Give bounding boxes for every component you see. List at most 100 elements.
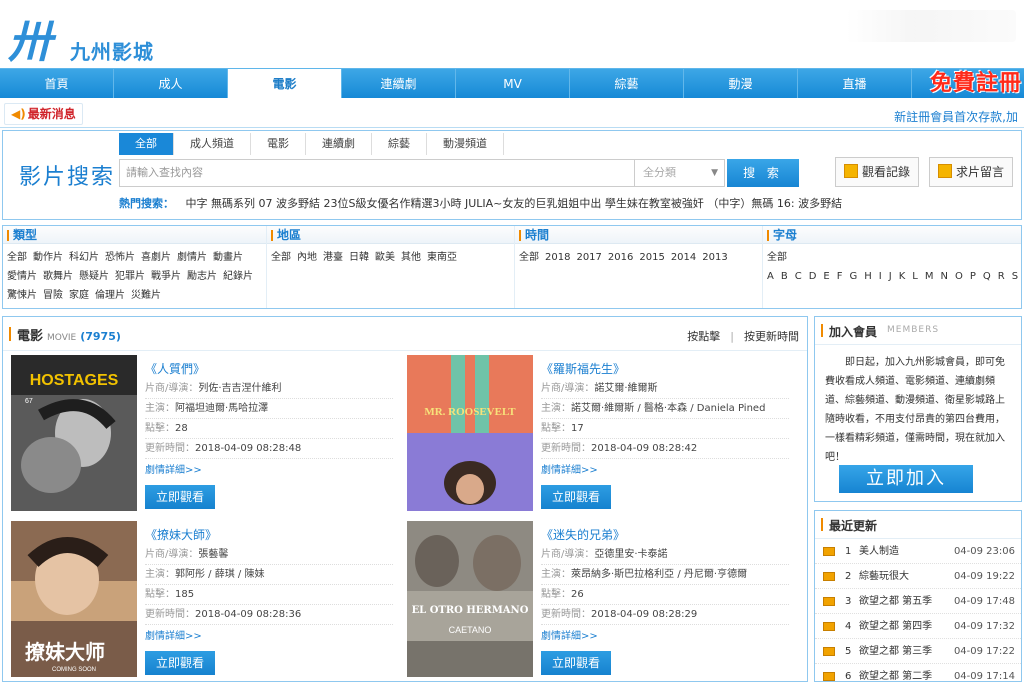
genre-filter-option[interactable]: 犯罪片 bbox=[115, 271, 145, 282]
search-input[interactable]: 請輸入查找內容 bbox=[119, 159, 635, 187]
genre-filter-option[interactable]: 懸疑片 bbox=[79, 271, 109, 282]
genre-filter-option[interactable]: 科幻片 bbox=[69, 252, 99, 263]
watch-now-button[interactable]: 立即觀看 bbox=[541, 485, 611, 509]
nav-live[interactable]: 直播 bbox=[798, 69, 912, 98]
genre-filter-option[interactable]: 家庭 bbox=[69, 290, 89, 301]
year-filter-option[interactable]: 2017 bbox=[576, 252, 601, 263]
recent-item-title[interactable]: 美人制造 bbox=[859, 539, 899, 564]
genre-filter-option[interactable]: 恐怖片 bbox=[105, 252, 135, 263]
region-filter-option[interactable]: 日韓 bbox=[349, 252, 369, 263]
region-filter-option[interactable]: 其他 bbox=[401, 252, 421, 263]
letter-filter-option[interactable]: F bbox=[837, 271, 843, 282]
year-filter-option[interactable]: 2016 bbox=[608, 252, 633, 263]
genre-filter-option[interactable]: 倫理片 bbox=[95, 290, 125, 301]
genre-filter-option[interactable]: 災難片 bbox=[131, 290, 161, 301]
movie-poster[interactable]: MR. ROOSEVELT bbox=[407, 355, 533, 511]
watch-now-button[interactable]: 立即觀看 bbox=[541, 651, 611, 675]
movie-title[interactable]: 《羅斯福先生》 bbox=[541, 359, 789, 379]
letter-filter-option[interactable]: P bbox=[970, 271, 976, 282]
letter-filter-option[interactable]: B bbox=[781, 271, 788, 282]
genre-filter-option[interactable]: 動畫片 bbox=[213, 252, 243, 263]
recent-item[interactable]: 4 欲望之都 第四季 04-09 17:32 bbox=[815, 614, 1021, 639]
nav-mv[interactable]: MV bbox=[456, 69, 570, 98]
sort-by-time[interactable]: 按更新時間 bbox=[744, 330, 799, 343]
genre-filter-option[interactable]: 驚悚片 bbox=[7, 290, 37, 301]
region-filter-option[interactable]: 內地 bbox=[297, 252, 317, 263]
movie-title[interactable]: 《撩妹大師》 bbox=[145, 525, 393, 545]
movie-poster[interactable]: HOSTAGES 67 bbox=[11, 355, 137, 511]
hot-keyword[interactable]: （中字）無碼 16: 波多野結 bbox=[707, 197, 842, 210]
letter-filter-option[interactable]: O bbox=[955, 271, 963, 282]
search-button[interactable]: 搜 索 bbox=[727, 159, 799, 187]
genre-filter-option[interactable]: 紀錄片 bbox=[223, 271, 253, 282]
genre-filter-option[interactable]: 勵志片 bbox=[187, 271, 217, 282]
search-tab-variety[interactable]: 綜藝 bbox=[372, 133, 427, 155]
year-filter-option[interactable]: 2018 bbox=[545, 252, 570, 263]
letter-filter-option[interactable]: N bbox=[940, 271, 947, 282]
search-tab-movies[interactable]: 電影 bbox=[251, 133, 306, 155]
recent-item-title[interactable]: 欲望之都 第四季 bbox=[859, 614, 932, 639]
letter-filter-option[interactable]: L bbox=[912, 271, 918, 282]
recent-item[interactable]: 6 欲望之都 第二季 04-09 17:14 bbox=[815, 664, 1021, 681]
genre-filter-option[interactable]: 戰爭片 bbox=[151, 271, 181, 282]
letter-filter-option[interactable]: I bbox=[879, 271, 882, 282]
nav-movies[interactable]: 電影 bbox=[228, 69, 342, 98]
movie-details-link[interactable]: 劇情詳細>> bbox=[541, 461, 789, 481]
genre-filter-option[interactable]: 全部 bbox=[7, 252, 27, 263]
category-select[interactable]: 全分類 ▼ bbox=[635, 159, 725, 187]
year-filter-option[interactable]: 2014 bbox=[671, 252, 696, 263]
watch-history-button[interactable]: 觀看記錄 bbox=[835, 157, 920, 187]
nav-series[interactable]: 連續劇 bbox=[342, 69, 456, 98]
genre-filter-option[interactable]: 歌舞片 bbox=[43, 271, 73, 282]
recent-item-title[interactable]: 欲望之都 第五季 bbox=[859, 589, 932, 614]
nav-adult[interactable]: 成人 bbox=[114, 69, 228, 98]
movie-poster[interactable]: 撩妹大师 COMING SOON bbox=[11, 521, 137, 677]
letter-filter-option[interactable]: J bbox=[889, 271, 892, 282]
free-register-link[interactable]: 免費註冊 bbox=[930, 69, 1022, 99]
news-ticker[interactable]: 新註冊會員首次存款,加 bbox=[894, 108, 1018, 125]
movie-details-link[interactable]: 劇情詳細>> bbox=[145, 461, 393, 481]
letter-filter-option[interactable]: 全部 bbox=[767, 252, 787, 263]
year-filter-option[interactable]: 2013 bbox=[702, 252, 727, 263]
hot-keyword[interactable]: JULIA~女友的巨乳姐姐中出 bbox=[465, 197, 601, 210]
year-filter-option[interactable]: 2015 bbox=[639, 252, 664, 263]
letter-filter-option[interactable]: A bbox=[767, 271, 774, 282]
letter-filter-option[interactable]: S bbox=[1012, 271, 1018, 282]
movie-poster[interactable]: EL OTRO HERMANO CAETANO bbox=[407, 521, 533, 677]
letter-filter-option[interactable]: D bbox=[809, 271, 817, 282]
movie-title[interactable]: 《迷失的兄弟》 bbox=[541, 525, 789, 545]
letter-filter-option[interactable]: M bbox=[925, 271, 934, 282]
genre-filter-option[interactable]: 喜劇片 bbox=[141, 252, 171, 263]
nav-variety[interactable]: 綜藝 bbox=[570, 69, 684, 98]
recent-item-title[interactable]: 欲望之都 第三季 bbox=[859, 639, 932, 664]
search-tab-series[interactable]: 連續劇 bbox=[306, 133, 372, 155]
recent-item[interactable]: 3 欲望之都 第五季 04-09 17:48 bbox=[815, 589, 1021, 614]
letter-filter-option[interactable]: G bbox=[850, 271, 858, 282]
join-now-button[interactable]: 立即加入 bbox=[839, 465, 973, 493]
request-movie-button[interactable]: 求片留言 bbox=[929, 157, 1014, 187]
movie-details-link[interactable]: 劇情詳細>> bbox=[541, 627, 789, 647]
letter-filter-option[interactable]: K bbox=[899, 271, 906, 282]
hot-keyword[interactable]: 23位S級女優名作精選3小時 bbox=[324, 197, 462, 210]
search-tab-adult[interactable]: 成人頻道 bbox=[174, 133, 251, 155]
letter-filter-option[interactable]: R bbox=[998, 271, 1005, 282]
letter-filter-option[interactable]: E bbox=[823, 271, 829, 282]
watch-now-button[interactable]: 立即觀看 bbox=[145, 485, 215, 509]
search-tab-anime[interactable]: 動漫頻道 bbox=[427, 133, 504, 155]
recent-item[interactable]: 5 欲望之都 第三季 04-09 17:22 bbox=[815, 639, 1021, 664]
sort-by-hits[interactable]: 按點擊 bbox=[687, 330, 720, 343]
search-tab-all[interactable]: 全部 bbox=[119, 133, 174, 155]
watch-now-button[interactable]: 立即觀看 bbox=[145, 651, 215, 675]
genre-filter-option[interactable]: 愛情片 bbox=[7, 271, 37, 282]
region-filter-option[interactable]: 東南亞 bbox=[427, 252, 457, 263]
region-filter-option[interactable]: 全部 bbox=[271, 252, 291, 263]
region-filter-option[interactable]: 港臺 bbox=[323, 252, 343, 263]
year-filter-option[interactable]: 全部 bbox=[519, 252, 539, 263]
recent-item-title[interactable]: 綜藝玩很大 bbox=[859, 564, 909, 589]
recent-item[interactable]: 2 綜藝玩很大 04-09 19:22 bbox=[815, 564, 1021, 589]
nav-home[interactable]: 首頁 bbox=[0, 69, 114, 98]
hot-keyword[interactable]: 學生妹在教室被強奸 bbox=[605, 197, 704, 210]
letter-filter-option[interactable]: H bbox=[864, 271, 872, 282]
nav-anime[interactable]: 動漫 bbox=[684, 69, 798, 98]
recent-item[interactable]: 1 美人制造 04-09 23:06 bbox=[815, 539, 1021, 564]
